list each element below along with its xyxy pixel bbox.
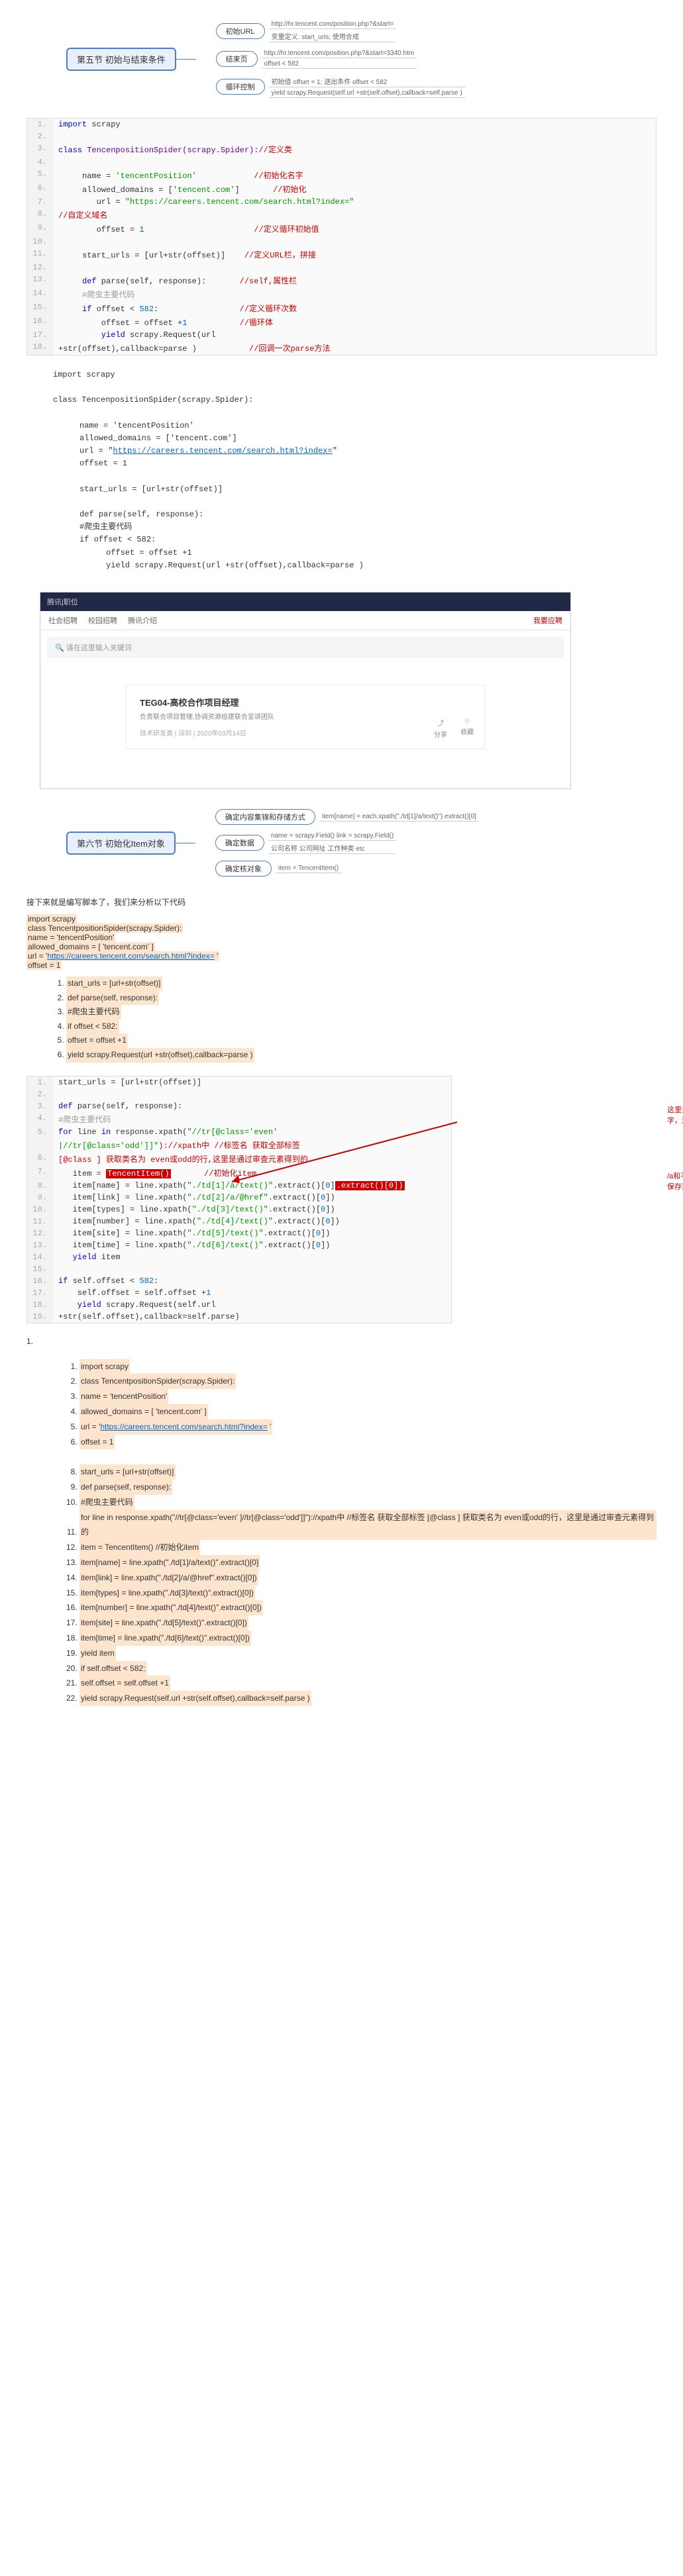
job-meta: 技术研发类 | 深圳 | 2020年03月14日: [140, 728, 471, 738]
url-link[interactable]: https://careers.tencent.com/search.html?…: [100, 1422, 267, 1431]
mm-node-loop: 循环控制: [216, 79, 265, 95]
annotation-1: 这里是之前的Item.py文件中的配置好的名字，这里我们直接调用存储爬取的数据: [664, 1102, 683, 1129]
job-title: TEG04-高校合作项目经理: [140, 696, 471, 708]
url-link[interactable]: https://careers.tencent.com/search.html?…: [47, 951, 214, 961]
highlighted-code-block: import scrapy class TencentpositionSpide…: [26, 914, 657, 970]
menu-campus[interactable]: 校园招聘: [88, 615, 117, 626]
fav-icon[interactable]: ☆收藏: [460, 718, 474, 739]
share-icon[interactable]: ⤴分享: [434, 718, 447, 739]
apply-button[interactable]: 我要应聘: [533, 615, 562, 626]
menu-about[interactable]: 腾讯介绍: [128, 615, 157, 626]
code-block-2: 1.start_urls = [url+str(offset)] 2. 3.de…: [26, 1076, 452, 1323]
mindmap-section-6: 第六节 初始化Item对象 确定内容集锦和存储方式 item[name] = e…: [66, 809, 683, 877]
search-icon: 🔍: [55, 644, 64, 652]
mm-root: 第六节 初始化Item对象: [66, 832, 176, 855]
job-desc: 负责联合项目管理,协调资源组建联合宣讲团队: [140, 712, 471, 722]
annotation-2: /a和不/a这里是审查元素得到的如果是链接要保存到@href的格式: [664, 1169, 683, 1196]
mm-node-url: 初始URL: [216, 23, 265, 39]
list-number: 1.: [26, 1337, 657, 1346]
url-link[interactable]: https://careers.tencent.com/search.html?…: [113, 446, 332, 455]
plain-code-1: import scrapy class TencenpositionSpider…: [53, 369, 657, 572]
browser-screenshot: 腾讯|职位 社会招聘 校园招聘 腾讯介绍 我要应聘 🔍 请在这里输入关键词 TE…: [40, 592, 571, 789]
mindmap-section-5: 第五节 初始与结束条件 初始URL http://hr.tencent.com/…: [66, 20, 683, 98]
job-card[interactable]: TEG04-高校合作项目经理 负责联合项目管理,协调资源组建联合宣讲团队 技术研…: [126, 685, 485, 749]
final-code-list: import scrapy class TencentpositionSpide…: [53, 1359, 657, 1706]
search-box[interactable]: 🔍 请在这里输入关键词: [47, 637, 564, 658]
tab-title: 腾讯|职位: [47, 596, 78, 607]
steps-list-1: start_urls = [url+str(offset)] def parse…: [40, 977, 657, 1063]
code-block-1: 1.import scrapy 2. 3.class Tencenpositio…: [26, 118, 657, 356]
menu-social[interactable]: 社会招聘: [48, 615, 78, 626]
paragraph-intro: 接下来就是编写脚本了，我们来分析以下代码: [26, 896, 657, 908]
mm-root: 第五节 初始与结束条件: [66, 48, 176, 71]
mm-node-end: 结束页: [216, 51, 258, 67]
